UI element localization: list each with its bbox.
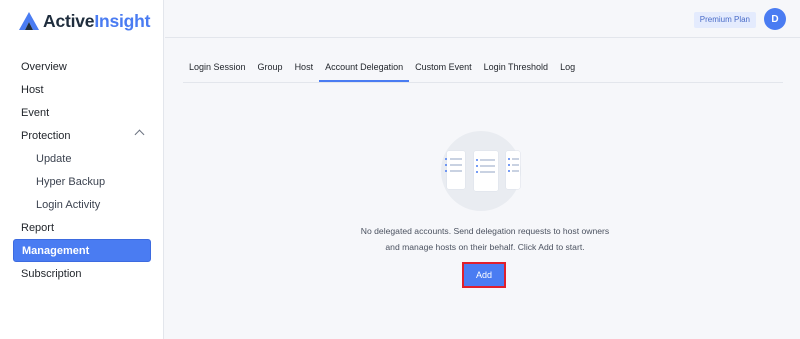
sidebar-item-subscription[interactable]: Subscription — [13, 262, 151, 285]
empty-state-message: No delegated accounts. Send delegation r… — [330, 223, 640, 255]
empty-state-illustration — [441, 131, 521, 211]
tab-login-threshold[interactable]: Login Threshold — [478, 56, 554, 82]
chevron-up-icon — [134, 129, 145, 140]
empty-state-line-1: No delegated accounts. Send delegation r… — [360, 226, 610, 236]
logo-icon — [19, 12, 39, 30]
logo[interactable]: ActiveInsight — [19, 9, 150, 33]
sidebar-item-overview[interactable]: Overview — [13, 55, 151, 78]
add-button[interactable]: Add — [462, 262, 506, 288]
top-bar: Premium Plan D — [165, 0, 800, 38]
logo-text: ActiveInsight — [43, 10, 151, 31]
sidebar-item-label: Protection — [21, 129, 71, 142]
sidebar-item-report[interactable]: Report — [13, 216, 151, 239]
tab-log[interactable]: Log — [554, 56, 581, 82]
tab-group[interactable]: Group — [252, 56, 289, 82]
sidebar-item-event[interactable]: Event — [13, 101, 151, 124]
empty-state-line-2: and manage hosts on their behalf. Click … — [385, 242, 585, 252]
tab-account-delegation[interactable]: Account Delegation — [319, 56, 410, 82]
sidebar-item-hyper-backup[interactable]: Hyper Backup — [13, 170, 151, 193]
tab-login-session[interactable]: Login Session — [183, 56, 252, 82]
tab-host[interactable]: Host — [289, 56, 320, 82]
tab-custom-event[interactable]: Custom Event — [409, 56, 478, 82]
sidebar-item-login-activity[interactable]: Login Activity — [13, 193, 151, 216]
tab-bar: Login Session Group Host Account Delegat… — [183, 56, 783, 83]
sidebar-item-management[interactable]: Management — [13, 239, 151, 262]
avatar[interactable]: D — [764, 8, 786, 30]
document-icon — [506, 151, 520, 189]
sidebar-item-host[interactable]: Host — [13, 78, 151, 101]
document-icon — [445, 151, 465, 189]
document-icon — [474, 151, 498, 191]
sidebar: ActiveInsight Overview Host Event Protec… — [0, 0, 164, 339]
sidebar-item-protection[interactable]: Protection — [13, 124, 151, 147]
sidebar-item-update[interactable]: Update — [13, 147, 151, 170]
plan-badge[interactable]: Premium Plan — [693, 12, 756, 28]
